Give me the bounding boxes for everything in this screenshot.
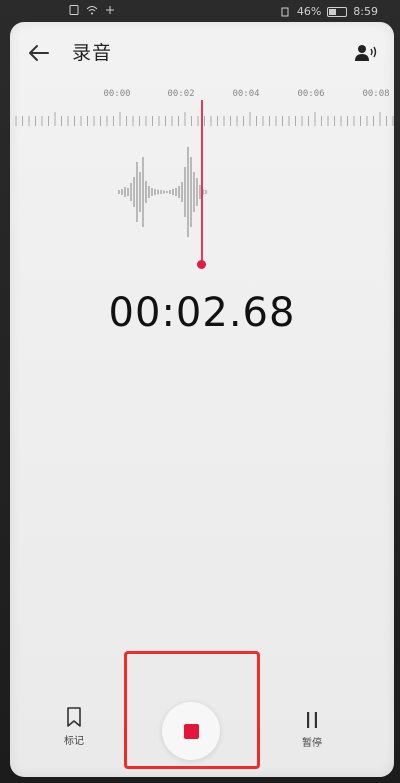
waveform-bar (184, 167, 186, 217)
vibrate-icon (281, 7, 289, 16)
mark-label: 标记 (64, 736, 84, 747)
waveform-bar (124, 187, 126, 197)
waveform-bar (127, 188, 129, 196)
waveform-bar (187, 147, 189, 237)
timeline-tick-label: 00:02 (167, 89, 195, 99)
waveform-bar (175, 188, 177, 196)
waveform-bar (181, 182, 183, 202)
pause-label: 暂停 (302, 738, 322, 749)
elapsed-time: 00:02.68 (108, 290, 296, 336)
timeline-tick-label: 00:00 (103, 89, 131, 99)
waveform-bar (172, 189, 174, 195)
device-frame: 46% 8:59 录音 00:00 00:02 00:04 00:06 00:0… (0, 0, 400, 783)
timeline-tick-label: 00:04 (232, 89, 260, 99)
waveform-bar (205, 190, 207, 194)
arrow-left-icon (29, 45, 49, 61)
sim-icon (69, 5, 79, 15)
waveform (118, 147, 207, 237)
back-button[interactable] (24, 38, 54, 68)
clock: 8:59 (353, 5, 378, 18)
waveform-bar (121, 189, 123, 195)
pause-icon (307, 712, 317, 728)
waveform-bar (136, 162, 138, 222)
battery-icon (327, 6, 348, 17)
timeline-tick-label: 00:06 (297, 89, 325, 99)
waveform-bar (193, 172, 195, 212)
waveform-bar (166, 191, 168, 193)
status-bar-left (68, 5, 116, 15)
waveform-bar (169, 190, 171, 194)
waveform-bar (133, 177, 135, 207)
battery-percent: 46% (296, 5, 322, 18)
bookmark-icon (67, 707, 81, 727)
voice-mode-button[interactable] (352, 40, 380, 66)
waveform-bar (151, 188, 153, 196)
waveform-bar (178, 186, 180, 198)
app-bar: 录音 (10, 22, 394, 82)
waveform-bar (154, 189, 156, 195)
playhead-handle[interactable] (197, 260, 206, 269)
status-bar-right: 46% 8:59 (279, 5, 378, 18)
waveform-bar (157, 189, 159, 195)
waveform-bar (160, 190, 162, 194)
waveform-bar (118, 190, 120, 194)
playhead (201, 100, 203, 265)
waveform-bar (163, 190, 165, 194)
page-title: 录音 (72, 42, 113, 64)
waveform-bar (139, 172, 141, 212)
waveform-bar (145, 181, 147, 203)
voice-speaker-icon (355, 45, 377, 61)
waveform-bar (142, 157, 144, 227)
wifi-icon (86, 6, 98, 15)
pause-button[interactable]: 暂停 (292, 710, 332, 754)
mark-button[interactable]: 标记 (54, 706, 94, 750)
waveform-bar (148, 186, 150, 198)
waveform-bar (190, 157, 192, 227)
highlight-annotation (124, 651, 260, 769)
timeline-tick-label: 00:08 (362, 89, 390, 99)
waveform-bar (196, 178, 198, 206)
data-transfer-icon (106, 6, 114, 14)
waveform-bar (130, 183, 132, 201)
